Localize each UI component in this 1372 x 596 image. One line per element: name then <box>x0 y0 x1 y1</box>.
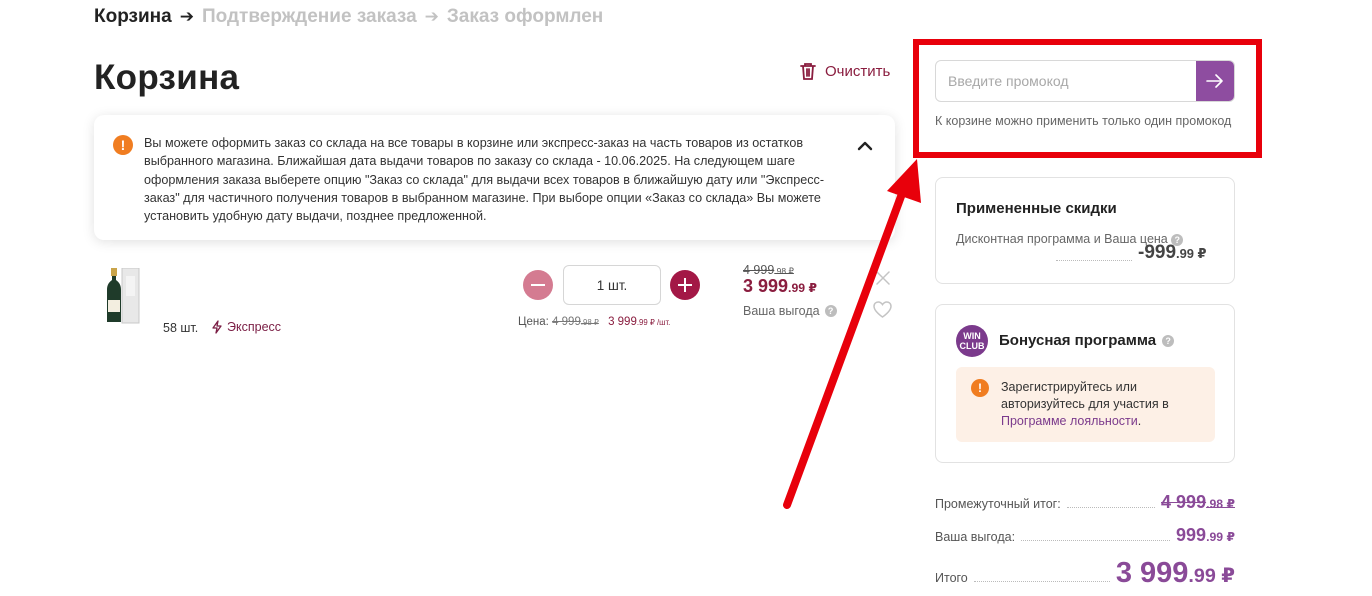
total-value: 3 999.99 ₽ <box>1115 557 1235 589</box>
savings-row: Ваша выгода: 999.99 ₽ <box>935 525 1235 546</box>
arrow-right-icon: ➔ <box>179 7 194 26</box>
applied-discounts-title: Примененные скидки <box>956 200 1117 217</box>
unit-price: Цена: 4 999.98 ₽ 3 999.99 ₽ /шт. <box>518 316 670 328</box>
increase-quantity-button[interactable] <box>670 270 700 300</box>
dotted-leader <box>1066 507 1156 508</box>
subtotal-row: Промежуточный итог: 4 999.98 ₽ <box>935 492 1235 513</box>
help-icon[interactable]: ? <box>824 305 837 317</box>
unit-price-label: Цена: <box>518 316 549 328</box>
bonus-program-note: ! Зарегистрируйтесь или авторизуйтесь дл… <box>956 367 1215 442</box>
highlight-box <box>913 39 1262 158</box>
express-badge: Экспресс <box>211 320 281 334</box>
arrow-right-icon: ➔ <box>424 7 439 26</box>
total-label: Итого <box>935 571 968 585</box>
product-image[interactable] <box>104 268 140 324</box>
dotted-leader <box>973 581 1110 582</box>
lightning-icon <box>212 320 222 334</box>
unit-old-price: 4 999.98 ₽ <box>552 316 599 328</box>
help-icon[interactable]: ? <box>1162 334 1175 347</box>
express-label: Экспресс <box>227 320 282 334</box>
savings-total-label: Ваша выгода: <box>935 530 1016 544</box>
unit-new-price: 3 999.99 ₽ /шт. <box>608 316 671 328</box>
breadcrumb: Корзина ➔ Подтверждение заказа ➔ Заказ о… <box>94 6 603 28</box>
new-price: 3 999.99 ₽ <box>743 276 817 296</box>
winclub-logo: WIN CLUB <box>956 325 988 357</box>
breadcrumb-cart[interactable]: Корзина <box>94 6 172 28</box>
quantity-input[interactable]: 1 шт. <box>563 265 661 305</box>
heart-icon[interactable] <box>872 300 893 319</box>
breadcrumb-done: Заказ оформлен <box>446 6 604 27</box>
bonus-program-title: Бонусная программа ? <box>999 332 1175 349</box>
old-price: 4 999.98 ₽ <box>743 263 794 277</box>
remove-item-icon[interactable] <box>875 270 891 286</box>
total-row: Итого 3 999.99 ₽ <box>935 557 1235 590</box>
savings-label: Ваша выгода ? <box>743 304 837 318</box>
warning-icon: ! <box>113 135 133 155</box>
page-title: Корзина <box>94 58 240 97</box>
subtotal-value: 4 999.98 ₽ <box>1161 492 1235 512</box>
savings-value: 999.99 ₽ <box>1176 525 1235 545</box>
applied-discounts-card: Примененные скидки Дисконтная программа … <box>935 177 1235 284</box>
clear-cart-button[interactable]: Очистить <box>799 61 890 81</box>
bonus-program-card: WIN CLUB Бонусная программа ? ! Зарегист… <box>935 304 1235 463</box>
clear-cart-label: Очистить <box>825 62 891 80</box>
chevron-up-icon[interactable] <box>854 135 876 157</box>
trash-icon <box>800 63 816 80</box>
dotted-leader <box>1021 540 1171 541</box>
loyalty-program-link[interactable]: Программе лояльности <box>1001 414 1138 428</box>
stock-count: 58 шт. <box>163 321 199 335</box>
dotted-leader <box>1056 260 1132 261</box>
breadcrumb-confirm: Подтверждение заказа <box>201 6 417 27</box>
discount-value: -999.99 ₽ <box>1138 242 1207 263</box>
subtotal-label: Промежуточный итог: <box>935 497 1061 511</box>
warning-icon: ! <box>971 379 989 397</box>
decrease-quantity-button[interactable] <box>523 270 553 300</box>
stock-notice-text: Вы можете оформить заказ со склада на вс… <box>144 136 825 224</box>
stock-notice: ! Вы можете оформить заказ со склада на … <box>94 115 895 240</box>
